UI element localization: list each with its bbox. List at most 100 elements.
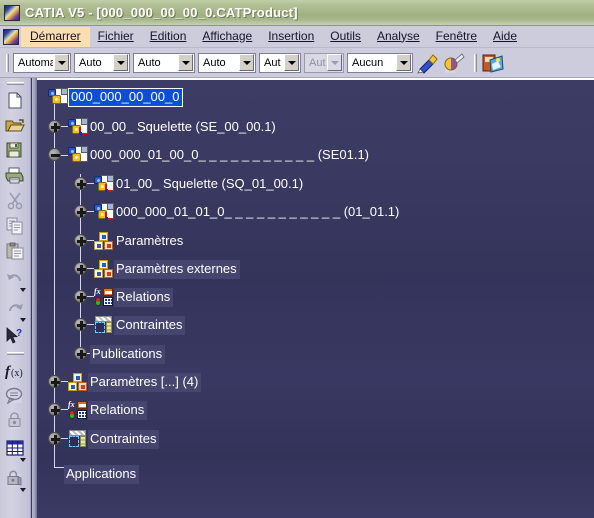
print-icon[interactable] bbox=[0, 163, 29, 188]
tree-node-label[interactable]: Paramètres bbox=[114, 232, 186, 251]
tree-line-h-2f bbox=[86, 324, 94, 325]
tree-node-skeleton-0100[interactable]: 01_00_ Squelette (SQ_01_00.1) bbox=[94, 171, 306, 197]
menu-label-edition: Edition bbox=[150, 29, 187, 43]
chevron-down-icon[interactable] bbox=[113, 54, 128, 71]
tree-expander-plus[interactable] bbox=[74, 347, 87, 360]
tree-line-h-5 bbox=[60, 438, 68, 439]
tree-node-root[interactable]: 000_000_00_00_0 bbox=[48, 84, 183, 110]
tree-expander-plus[interactable] bbox=[48, 120, 61, 133]
tree-node-label[interactable]: Applications bbox=[64, 465, 139, 484]
tree-node-part-0101[interactable]: 000_000_01_01_0_ _ _ _ _ _ _ _ _ _ _ (01… bbox=[94, 199, 402, 225]
tree-node-parametres[interactable]: Paramètres bbox=[94, 228, 186, 254]
chevron-down-icon[interactable] bbox=[20, 288, 26, 292]
cut-icon[interactable] bbox=[0, 188, 29, 213]
tree-node-label[interactable]: 000_000_01_01_0_ _ _ _ _ _ _ _ _ _ _ (01… bbox=[114, 203, 402, 222]
tree-node-label[interactable]: Publications bbox=[90, 345, 165, 364]
catia-logo-icon bbox=[3, 29, 19, 45]
menu-item-outils[interactable]: Outils bbox=[322, 27, 369, 47]
copy-icon[interactable] bbox=[0, 213, 29, 238]
combo-automatic[interactable]: Automa bbox=[13, 53, 71, 73]
tree-node-product-0100[interactable]: 000_000_01_00_0_ _ _ _ _ _ _ _ _ _ _ (SE… bbox=[68, 142, 372, 168]
tree-expander-plus[interactable] bbox=[48, 403, 61, 416]
menu-item-aide[interactable]: Aide bbox=[485, 27, 525, 47]
tree-expander-minus[interactable] bbox=[48, 148, 61, 161]
tree-node-relations-root[interactable]: fx Relations bbox=[68, 397, 147, 423]
combo-auto-1[interactable]: Auto bbox=[74, 53, 130, 73]
combo-auto-4[interactable]: Aut bbox=[259, 53, 301, 73]
sidebar-grip-2[interactable] bbox=[7, 352, 24, 355]
tree-expander-plus[interactable] bbox=[74, 205, 87, 218]
tree-node-relations-inner[interactable]: fx Relations bbox=[94, 284, 173, 310]
design-table-icon[interactable] bbox=[0, 433, 29, 463]
combo-automatic-value: Automa bbox=[14, 55, 53, 71]
tree-node-label[interactable]: Contraintes bbox=[114, 316, 185, 335]
tree-node-label[interactable]: Relations bbox=[88, 401, 147, 420]
tree-node-publications[interactable]: Publications bbox=[90, 341, 165, 367]
combo-auto-4-value: Aut bbox=[260, 55, 283, 71]
tree-node-contraintes-inner[interactable]: Contraintes bbox=[94, 312, 185, 338]
menu-item-fenetre[interactable]: Fenêtre bbox=[428, 27, 485, 47]
tree-node-label[interactable]: 000_000_00_00_0 bbox=[68, 88, 183, 107]
lock-icon[interactable] bbox=[0, 408, 29, 433]
chevron-down-icon[interactable] bbox=[178, 54, 193, 71]
open-document-icon[interactable] bbox=[0, 113, 29, 138]
tree-expander-plus[interactable] bbox=[74, 177, 87, 190]
tree-node-label[interactable]: 000_000_01_00_0_ _ _ _ _ _ _ _ _ _ _ (SE… bbox=[88, 146, 372, 165]
tree-node-label[interactable]: Paramètres [...] (4) bbox=[88, 373, 201, 392]
tree-expander-plus[interactable] bbox=[74, 262, 87, 275]
tree-node-label[interactable]: Contraintes bbox=[88, 430, 159, 449]
toolbar-grip[interactable] bbox=[6, 54, 9, 72]
sidebar-grip[interactable] bbox=[7, 82, 24, 85]
menu-item-demarrer[interactable]: Démarrer bbox=[21, 27, 90, 47]
knowledge-toolbar: Automa Auto Auto Auto Aut Aut Aucun bbox=[0, 48, 594, 78]
menu-item-fichier[interactable]: Fichier bbox=[90, 27, 142, 47]
paste-icon[interactable] bbox=[0, 238, 29, 263]
chevron-down-icon[interactable] bbox=[20, 458, 26, 462]
combo-aucun[interactable]: Aucun bbox=[347, 53, 413, 73]
tree-node-label[interactable]: 00_00_ Squelette (SE_00_00.1) bbox=[88, 118, 279, 137]
redo-icon[interactable] bbox=[0, 293, 29, 323]
chevron-down-icon[interactable] bbox=[20, 488, 26, 492]
tree-node-label[interactable]: Paramètres externes bbox=[114, 260, 240, 279]
tree-node-parametres-root[interactable]: Paramètres [...] (4) bbox=[68, 369, 201, 395]
undo-icon[interactable] bbox=[0, 263, 29, 293]
tree-expander-plus[interactable] bbox=[48, 432, 61, 445]
tree-node-applications[interactable]: Applications bbox=[64, 461, 139, 487]
tree-expander-plus[interactable] bbox=[74, 234, 87, 247]
chevron-down-icon[interactable] bbox=[284, 54, 299, 71]
menu-item-analyse[interactable]: Analyse bbox=[369, 27, 428, 47]
apply-material-icon[interactable] bbox=[442, 51, 466, 75]
tree-node-parametres-externes[interactable]: Paramètres externes bbox=[94, 256, 240, 282]
whats-this-help-icon[interactable]: ? bbox=[0, 323, 29, 348]
window-title: CATIA V5 - [000_000_00_00_0.CATProduct] bbox=[25, 5, 298, 20]
menu-item-affichage[interactable]: Affichage bbox=[194, 27, 260, 47]
formula-icon[interactable]: f (x) bbox=[0, 358, 29, 383]
tree-node-label[interactable]: Relations bbox=[114, 288, 173, 307]
chevron-down-icon[interactable] bbox=[54, 54, 69, 71]
chevron-down-icon[interactable] bbox=[20, 318, 26, 322]
comment-icon[interactable] bbox=[0, 383, 29, 408]
menu-item-insertion[interactable]: Insertion bbox=[260, 27, 322, 47]
tree-expander-plus[interactable] bbox=[74, 318, 87, 331]
tree-expander-plus[interactable] bbox=[48, 375, 61, 388]
chevron-down-icon[interactable] bbox=[396, 54, 411, 71]
combo-auto-2[interactable]: Auto bbox=[133, 53, 195, 73]
new-document-icon[interactable] bbox=[0, 88, 29, 113]
paint-brush-icon[interactable] bbox=[416, 51, 440, 75]
catalog-browser-icon[interactable] bbox=[481, 51, 505, 75]
constraints-icon bbox=[68, 430, 88, 449]
specification-tree-panel[interactable]: 000_000_00_00_0 00_00_ Squelette (SE_00_… bbox=[32, 78, 594, 518]
menu-item-edition[interactable]: Edition bbox=[142, 27, 195, 47]
tree-node-contraintes-root[interactable]: Contraintes bbox=[68, 426, 159, 452]
tree-node-skeleton-0000[interactable]: 00_00_ Squelette (SE_00_00.1) bbox=[68, 114, 279, 140]
catia-application-window: CATIA V5 - [000_000_00_00_0.CATProduct] … bbox=[0, 0, 594, 518]
save-icon[interactable] bbox=[0, 138, 29, 163]
tree-expander-plus[interactable] bbox=[74, 290, 87, 303]
tree-node-label[interactable]: 01_00_ Squelette (SQ_01_00.1) bbox=[114, 175, 306, 194]
combo-auto-3[interactable]: Auto bbox=[198, 53, 256, 73]
chevron-down-icon[interactable] bbox=[239, 54, 254, 71]
tree-line-h-2d bbox=[86, 268, 94, 269]
knowledge-object-icon[interactable] bbox=[0, 463, 29, 493]
combo-auto-5-disabled: Aut bbox=[304, 53, 344, 73]
toolbar-grip-2[interactable] bbox=[474, 54, 477, 72]
